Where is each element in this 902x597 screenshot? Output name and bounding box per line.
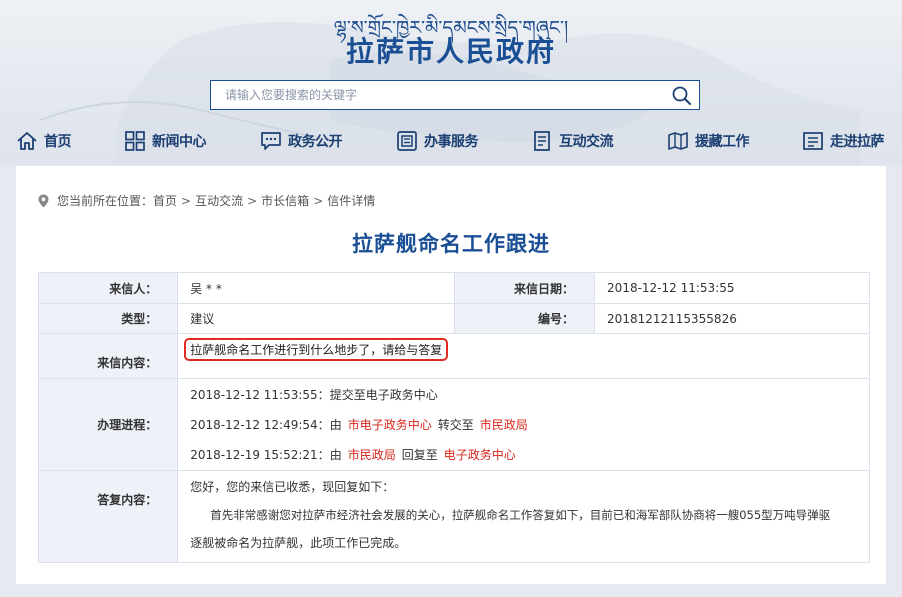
reply-label: 答复内容：: [37, 470, 179, 563]
process-label: 办理进程：: [37, 378, 179, 471]
process-time: 2018-12-12 11:53:55：: [190, 387, 330, 402]
letter-detail-table: 来信人： 吴 * * 来信日期： 2018-12-12 11:53:55 类型：…: [37, 272, 870, 563]
process-to-dept: 市民政局: [479, 417, 528, 432]
process-to-dept: 电子政务中心: [443, 447, 516, 462]
table-row: 答复内容： 您好，您的来信已收悉，现回复如下： 首先非常感谢您对拉萨市经济社会发…: [37, 470, 870, 563]
breadcrumb-interaction[interactable]: 互动交流: [195, 192, 243, 209]
nav-label: 互动交流: [559, 134, 614, 150]
table-row: 办理进程： 2018-12-12 11:53:55：提交至电子政务中心 2018…: [37, 378, 870, 471]
table-row: 来信人： 吴 * * 来信日期： 2018-12-12 11:53:55: [37, 272, 870, 304]
nav-item-gov-affairs[interactable]: 政务公开: [260, 124, 343, 158]
nav-label: 援藏工作: [695, 134, 750, 150]
search-icon[interactable]: [671, 85, 693, 107]
process-cell: 2018-12-12 11:53:55：提交至电子政务中心 2018-12-12…: [177, 378, 870, 471]
home-icon: [17, 132, 37, 150]
nav-item-about-lhasa[interactable]: 走进拉萨: [802, 124, 885, 158]
site-title: 拉萨市人民政府: [345, 35, 556, 68]
content-panel: 您当前所在位置： 首页 > 互动交流 > 市长信箱 > 信件详情 拉萨舰命名工作…: [16, 166, 886, 584]
document-icon: [397, 131, 417, 151]
breadcrumb-separator: >: [313, 193, 324, 208]
process-action: 回复至: [401, 447, 438, 462]
search-input[interactable]: [211, 81, 666, 109]
nav-label: 办事服务: [424, 134, 479, 150]
type-label: 类型：: [37, 303, 179, 334]
reply-cell: 您好，您的来信已收悉，现回复如下： 首先非常感谢您对拉萨市经济社会发展的关心，拉…: [177, 470, 870, 563]
breadcrumb-separator: >: [181, 193, 192, 208]
breadcrumb: 您当前所在位置： 首页 > 互动交流 > 市长信箱 > 信件详情: [38, 192, 375, 209]
letter-title: 拉萨舰命名工作跟进: [352, 232, 550, 256]
nav-item-home[interactable]: 首页: [16, 124, 72, 158]
nav-label: 走进拉萨: [830, 134, 885, 150]
list-icon: [534, 131, 550, 151]
content-cell: 拉萨舰命名工作进行到什么地步了，请给与答复: [177, 333, 870, 379]
date-value: 2018-12-12 11:53:55: [594, 272, 870, 304]
nav-item-services[interactable]: 办事服务: [396, 124, 479, 158]
process-step: 2018-12-12 11:53:55：提交至电子政务中心: [190, 380, 857, 410]
sender-label: 来信人：: [37, 272, 179, 304]
reply-paragraph: 您好，您的来信已收悉，现回复如下：: [190, 480, 395, 494]
board-icon: [803, 132, 823, 150]
process-pre: 由: [329, 417, 342, 432]
nav-label: 政务公开: [288, 134, 343, 150]
reply-paragraph: 逐舰被命名为拉萨舰，此项工作已完成。: [190, 536, 407, 550]
process-text: 提交至电子政务中心: [329, 387, 438, 402]
nav-label: 新闻中心: [152, 134, 207, 150]
location-pin-icon: [38, 194, 49, 207]
process-from-dept: 市电子政务中心: [347, 417, 432, 432]
table-row: 类型： 建议 编号： 20181212115355826: [37, 303, 870, 334]
map-icon: [668, 132, 688, 150]
date-label: 来信日期：: [454, 272, 596, 304]
content-label: 来信内容：: [37, 333, 179, 379]
breadcrumb-mayor-mailbox[interactable]: 市长信箱: [261, 192, 309, 209]
number-value: 20181212115355826: [594, 303, 870, 334]
nav-label: 首页: [44, 134, 72, 150]
chat-icon: [261, 132, 281, 150]
process-step: 2018-12-19 15:52:21：由 市民政局 回复至 电子政务中心: [190, 440, 857, 470]
breadcrumb-home[interactable]: 首页: [153, 192, 177, 209]
number-label: 编号：: [454, 303, 596, 334]
process-step: 2018-12-12 12:49:54：由 市电子政务中心 转交至 市民政局: [190, 410, 857, 440]
table-row: 来信内容： 拉萨舰命名工作进行到什么地步了，请给与答复: [37, 333, 870, 379]
process-action: 转交至: [437, 417, 474, 432]
breadcrumb-separator: >: [247, 193, 258, 208]
process-from-dept: 市民政局: [347, 447, 396, 462]
letter-content-highlighted: 拉萨舰命名工作进行到什么地步了，请给与答复: [184, 338, 449, 361]
nav-item-aid-tibet[interactable]: 援藏工作: [667, 124, 750, 158]
sender-value: 吴 * *: [177, 272, 456, 304]
breadcrumb-prefix: 您当前所在位置：: [57, 194, 154, 208]
grid-icon: [125, 131, 145, 151]
process-pre: 由: [329, 447, 342, 462]
process-time: 2018-12-19 15:52:21：: [190, 447, 330, 462]
nav-item-interaction[interactable]: 互动交流: [531, 124, 614, 158]
reply-paragraph: 首先非常感谢您对拉萨市经济社会发展的关心，拉萨舰命名工作答复如下，目前已和海军部…: [210, 508, 831, 522]
type-value: 建议: [177, 303, 456, 334]
nav-item-news[interactable]: 新闻中心: [124, 124, 207, 158]
breadcrumb-current: 信件详情: [327, 194, 376, 208]
process-time: 2018-12-12 12:49:54：: [190, 417, 330, 432]
main-nav: 首页 新闻中心 政务公开 办事服务 互动交流 援藏工作 走进拉萨: [0, 124, 902, 158]
search-box: [210, 80, 700, 110]
